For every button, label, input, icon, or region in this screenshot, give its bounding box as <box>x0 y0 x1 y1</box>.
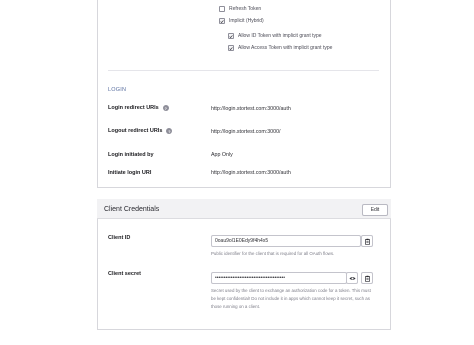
refresh-token-label: Refresh Token <box>229 6 262 12</box>
copy-client-id-button[interactable] <box>361 235 373 247</box>
logout-redirect-uris-value: http://login.stortest.com:3000/ <box>211 129 281 135</box>
eye-icon <box>348 276 356 280</box>
logout-redirect-uris-label: Logout redirect URIs ? <box>108 128 173 134</box>
login-initiated-by-label: Login initiated by <box>108 152 154 158</box>
allow-access-token-checkbox[interactable] <box>228 45 234 51</box>
client-secret-label: Client secret <box>108 271 142 277</box>
checkmark-icon <box>229 34 233 38</box>
refresh-token-checkbox[interactable] <box>219 6 225 12</box>
checkmark-icon <box>229 46 233 50</box>
reveal-secret-button[interactable] <box>346 272 358 284</box>
client-secret-field[interactable]: •••••••••••••••••••••••••••••••••••••••• <box>211 272 347 284</box>
checkmark-icon <box>220 19 224 23</box>
client-id-label: Client ID <box>108 235 131 241</box>
login-section-label: LOGIN <box>108 87 127 93</box>
copy-secret-button[interactable] <box>361 272 373 284</box>
info-icon[interactable]: ? <box>162 105 169 111</box>
grant-types-card <box>97 0 391 188</box>
allow-id-token-label: Allow ID Token with implicit grant type <box>238 33 322 39</box>
client-id-field[interactable]: 0oau9ol1E0Edy9f4h4x5 <box>211 235 361 247</box>
client-id-help-text: Public identifier for the client that is… <box>211 251 335 256</box>
client-secret-help-text: Secret used by the client to exchange an… <box>211 288 371 309</box>
login-initiated-by-value: App Only <box>211 152 233 158</box>
implicit-label: Implicit (Hybrid) <box>229 18 264 24</box>
clipboard-icon <box>364 238 370 245</box>
initiate-login-uri-value: http://login.stortest.com:3000/auth <box>211 170 291 176</box>
clipboard-icon <box>364 275 370 282</box>
allow-access-token-label: Allow Access Token with implicit grant t… <box>238 45 333 51</box>
initiate-login-uri-label: Initiate login URI <box>108 170 152 176</box>
edit-button[interactable]: Edit <box>362 204 388 216</box>
client-secret-value: •••••••••••••••••••••••••••••••••••••••• <box>215 275 286 281</box>
section-divider <box>108 70 379 71</box>
refresh-token-option[interactable]: Refresh Token <box>219 6 261 12</box>
allow-access-token-option[interactable]: Allow Access Token with implicit grant t… <box>228 45 332 51</box>
info-icon[interactable]: ? <box>166 128 173 134</box>
client-credentials-title: Client Credentials <box>104 206 160 213</box>
allow-id-token-checkbox[interactable] <box>228 33 234 39</box>
implicit-checkbox[interactable] <box>219 18 225 24</box>
implicit-option[interactable]: Implicit (Hybrid) <box>219 18 264 24</box>
login-redirect-uris-label: Login redirect URIs ? <box>108 105 169 111</box>
client-id-value: 0oau9ol1E0Edy9f4h4x5 <box>215 238 269 244</box>
login-redirect-uris-value: http://login.stortest.com:3000/auth <box>211 106 291 112</box>
allow-id-token-option[interactable]: Allow ID Token with implicit grant type <box>228 33 322 39</box>
